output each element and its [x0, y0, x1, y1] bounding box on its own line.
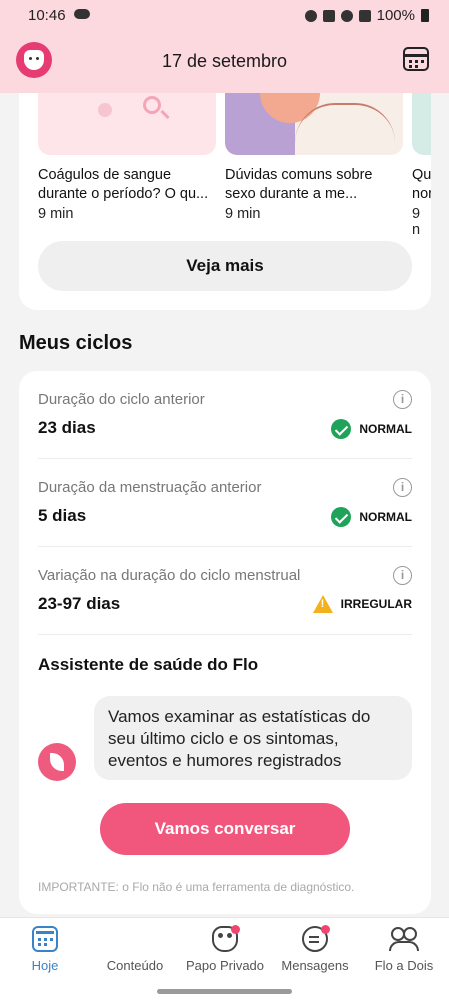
warning-icon	[312, 595, 333, 613]
nav-item-partner[interactable]: Flo a Dois	[359, 926, 449, 973]
assistant-title: Assistente de saúde do Flo	[38, 655, 259, 674]
talk-button[interactable]: Vamos conversar	[100, 803, 350, 855]
article-title: Qu... nor...	[412, 167, 431, 202]
article-read-time: 9 min	[38, 206, 74, 222]
alarm-icon	[304, 9, 317, 22]
status-bar: 10:46 100%	[0, 0, 449, 32]
disclaimer-text: IMPORTANTE: o Flo não é uma ferramenta d…	[38, 880, 355, 894]
check-icon	[331, 419, 352, 439]
status-icons: 100%	[304, 7, 429, 24]
status-badge: NORMAL	[331, 507, 412, 527]
stat-label: Variação na duração do ciclo menstrual	[38, 567, 301, 584]
stat-label: Duração do ciclo anterior	[38, 391, 205, 408]
status-time: 10:46	[28, 7, 66, 24]
article-thumbnail	[225, 93, 403, 155]
articles-card: Coágulos de sangue durante o período? O …	[19, 93, 431, 310]
nav-item-private-chat[interactable]: Papo Privado	[180, 925, 270, 973]
decor-dot-icon	[98, 103, 112, 117]
status-text: NORMAL	[359, 422, 412, 436]
current-date[interactable]: 17 de setembro	[0, 51, 449, 72]
stat-value: 23 dias	[38, 418, 96, 437]
article-thumbnail	[38, 93, 216, 155]
cycles-card: Duração do ciclo anterior 23 dias i NORM…	[19, 371, 431, 914]
chat-icon	[302, 925, 330, 952]
section-title: Meus ciclos	[19, 332, 133, 354]
status-text: NORMAL	[359, 510, 412, 524]
app-header: 17 de setembro	[0, 36, 449, 86]
info-icon[interactable]: i	[393, 478, 412, 497]
cycle-stat-row: Duração do ciclo anterior 23 dias i NORM…	[38, 371, 412, 459]
stat-value: 23-97 dias	[38, 594, 121, 613]
info-icon[interactable]: i	[393, 566, 412, 585]
article-read-time: 9 n	[412, 206, 421, 238]
nav-label: Flo a Dois	[374, 958, 434, 973]
bottom-navigation: Hoje Conteúdo Papo Privado Mensagens Flo…	[0, 917, 449, 1000]
article-card[interactable]: Dúvidas comuns sobre sexo durante a me..…	[225, 93, 403, 222]
flo-assistant-icon	[38, 743, 76, 781]
stat-label: Duração da menstruação anterior	[38, 479, 262, 496]
nav-item-content[interactable]: Conteúdo	[90, 926, 180, 973]
calendar-today-icon	[32, 926, 58, 952]
nav-item-messages[interactable]: Mensagens	[270, 925, 360, 973]
assistant-message-bubble: Vamos examinar as estatísticas do seu úl…	[94, 696, 412, 780]
mask-icon	[212, 925, 240, 952]
nav-label: Hoje	[31, 958, 59, 973]
notification-icon	[74, 9, 90, 19]
info-icon[interactable]: i	[393, 390, 412, 409]
article-card[interactable]: Coágulos de sangue durante o período? O …	[38, 93, 216, 222]
status-badge: IRREGULAR	[312, 595, 412, 613]
top-header: 10:46 100% 17 de setembro	[0, 0, 449, 93]
article-title: Dúvidas comuns sobre sexo durante a me..…	[225, 167, 373, 202]
status-text: IRREGULAR	[340, 597, 412, 611]
article-card[interactable]: Qu... nor... 9 n	[412, 93, 431, 238]
content-grid-icon	[122, 926, 148, 952]
mute-icon	[322, 9, 335, 22]
home-indicator[interactable]	[157, 989, 292, 994]
stat-value: 5 dias	[38, 506, 87, 525]
article-thumbnail	[412, 93, 431, 155]
see-more-button[interactable]: Veja mais	[38, 241, 412, 291]
status-badge: NORMAL	[331, 419, 412, 439]
notification-badge	[231, 925, 240, 934]
nav-item-today[interactable]: Hoje	[0, 926, 90, 973]
cycle-stat-row: Variação na duração do ciclo menstrual 2…	[38, 547, 412, 635]
cycle-stat-row: Duração da menstruação anterior 5 dias i…	[38, 459, 412, 547]
calendar-icon[interactable]	[403, 47, 429, 71]
nav-label: Mensagens	[281, 958, 349, 973]
signal-icon	[358, 9, 371, 22]
notification-badge	[321, 925, 330, 934]
battery-level: 100%	[376, 7, 415, 24]
couple-icon	[389, 926, 419, 952]
divider	[38, 634, 412, 635]
nav-label: Papo Privado	[185, 958, 265, 973]
magnifier-icon	[143, 96, 161, 114]
wifi-icon	[340, 9, 353, 22]
nav-label: Conteúdo	[106, 958, 164, 973]
article-read-time: 9 min	[225, 206, 261, 222]
battery-icon	[421, 9, 429, 22]
article-title: Coágulos de sangue durante o período? O …	[38, 167, 209, 202]
check-icon	[331, 507, 352, 527]
